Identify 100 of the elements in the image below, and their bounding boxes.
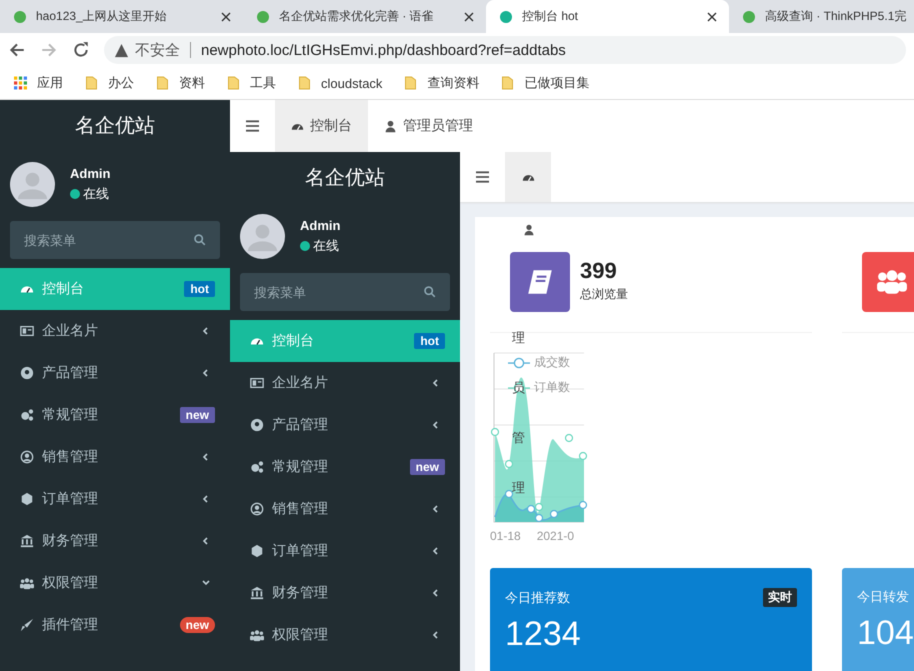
menu-item[interactable]: 控制台 hot (0, 268, 230, 310)
card-title: 今日推荐数 (505, 588, 570, 606)
menu-badge: new (410, 459, 445, 475)
data-point (504, 490, 514, 498)
folder-icon (404, 76, 418, 90)
menu-badge: new (180, 407, 215, 423)
axis-label: 01-18 (490, 529, 521, 543)
stat-label: 总浏览量 (580, 286, 628, 303)
id-card-icon (20, 324, 34, 338)
data-point (504, 460, 514, 468)
menu-item[interactable]: 权限管理 (230, 614, 460, 656)
user-name: Admin (300, 218, 340, 233)
data-point (526, 504, 536, 514)
logo-text: 名企优站 (304, 166, 386, 191)
bookmark[interactable]: 查询资料 (404, 74, 480, 92)
user-circle-icon (250, 502, 264, 516)
card-title: 今日转发 (857, 588, 909, 606)
menu-item[interactable]: 销售管理 (230, 488, 460, 530)
data-point (534, 502, 544, 512)
bookmark[interactable]: 工具 (227, 74, 276, 92)
close-icon[interactable] (464, 12, 474, 22)
search-icon[interactable] (423, 285, 436, 298)
menu-icon[interactable] (246, 120, 259, 132)
bank-icon (250, 586, 264, 600)
browser-tab[interactable]: 名企优站需求优化完善 · 语雀 (243, 0, 486, 33)
menu-item[interactable]: 常规管理 new (230, 446, 460, 488)
gears-icon (250, 460, 264, 474)
circle-icon (20, 366, 34, 380)
reload-icon[interactable] (72, 41, 90, 59)
menu-item[interactable]: 插件管理 new (0, 604, 230, 646)
bookmark[interactable]: 应用 (14, 74, 63, 92)
nav-tab[interactable]: 控制台 (275, 100, 368, 152)
menu-icon[interactable] (476, 171, 489, 183)
folder-icon (156, 76, 169, 90)
user-name: Admin (70, 166, 110, 181)
online-dot-icon (70, 189, 80, 199)
bank-icon (20, 534, 34, 548)
circle-icon (250, 418, 264, 432)
id-card-icon (250, 376, 264, 390)
data-point (550, 510, 558, 518)
group-icon (250, 628, 264, 642)
close-icon[interactable] (707, 12, 717, 22)
user-status: 在线 (83, 185, 109, 203)
hexagon-icon (20, 492, 34, 506)
browser-tab[interactable]: 控制台 hot (486, 0, 729, 33)
user-status: 在线 (313, 237, 339, 255)
menu-item[interactable]: 常规管理 new (0, 394, 230, 436)
menu-item[interactable]: 产品管理 (0, 352, 230, 394)
hexagon-icon (250, 544, 264, 558)
stat-value: 399 (580, 258, 618, 284)
apps-grid-icon (14, 76, 27, 90)
group-icon (20, 576, 34, 590)
avatar-icon (240, 214, 285, 259)
browser-tab[interactable]: hao123_上网从这里开始 (0, 0, 243, 33)
bookmark[interactable]: 办公 (85, 74, 134, 92)
bookmark[interactable]: cloudstack (298, 76, 382, 90)
search-field[interactable]: 搜索菜单 (10, 221, 220, 259)
bookmark[interactable]: 资料 (156, 74, 205, 92)
avatar-icon (10, 162, 55, 207)
menu-item[interactable]: 企业名片 (230, 362, 460, 404)
axis-label: 2021-0 (536, 529, 574, 543)
menu-item[interactable]: 企业名片 (0, 310, 230, 352)
menu-badge: hot (414, 333, 445, 349)
menu-item[interactable]: 产品管理 (230, 404, 460, 446)
menu-item[interactable]: 订单管理 (0, 478, 230, 520)
card-value: 1234 (505, 615, 582, 654)
online-dot-icon (300, 241, 310, 251)
logo-text: 名企优站 (74, 114, 156, 139)
data-point (534, 514, 544, 522)
legend-label: 订单数 (534, 379, 570, 396)
menu-badge: new (180, 617, 215, 633)
bookmark[interactable]: 已做项目集 (501, 74, 590, 92)
menu-item[interactable]: 权限管理 (0, 562, 230, 604)
close-icon[interactable] (221, 12, 231, 22)
back-arrow-icon[interactable] (8, 41, 26, 59)
user-circle-icon (20, 450, 34, 464)
folder-icon (298, 76, 311, 90)
folder-icon (85, 76, 98, 90)
warning-icon (114, 42, 129, 58)
gears-icon (20, 408, 34, 422)
data-point (564, 434, 574, 442)
menu-badge: hot (184, 281, 215, 297)
address-field[interactable]: 不安全 newphoto.loc/LtIGHsEmvi.php/dashboard?ref=addtabs (104, 36, 906, 64)
browser-tab[interactable]: 高级查询 · ThinkPHP5.1完 (729, 0, 914, 33)
legend-label: 成交数 (534, 354, 570, 371)
folder-icon (227, 76, 240, 90)
folder-icon (501, 76, 514, 90)
nav-tab[interactable]: 管理员管理 (368, 100, 489, 152)
menu-item[interactable]: 订单管理 (230, 530, 460, 572)
menu-item[interactable]: 销售管理 (0, 436, 230, 478)
user-icon (523, 223, 535, 237)
menu-item[interactable]: 财务管理 (0, 520, 230, 562)
realtime-label: 实时 (763, 588, 797, 607)
card-value: 104 (857, 614, 914, 653)
search-field[interactable]: 搜索菜单 (240, 273, 450, 311)
user-icon (384, 120, 397, 132)
menu-item[interactable]: 财务管理 (230, 572, 460, 614)
menu-item[interactable]: 控制台 hot (230, 320, 460, 362)
data-point (578, 500, 588, 510)
search-icon[interactable] (193, 233, 206, 246)
